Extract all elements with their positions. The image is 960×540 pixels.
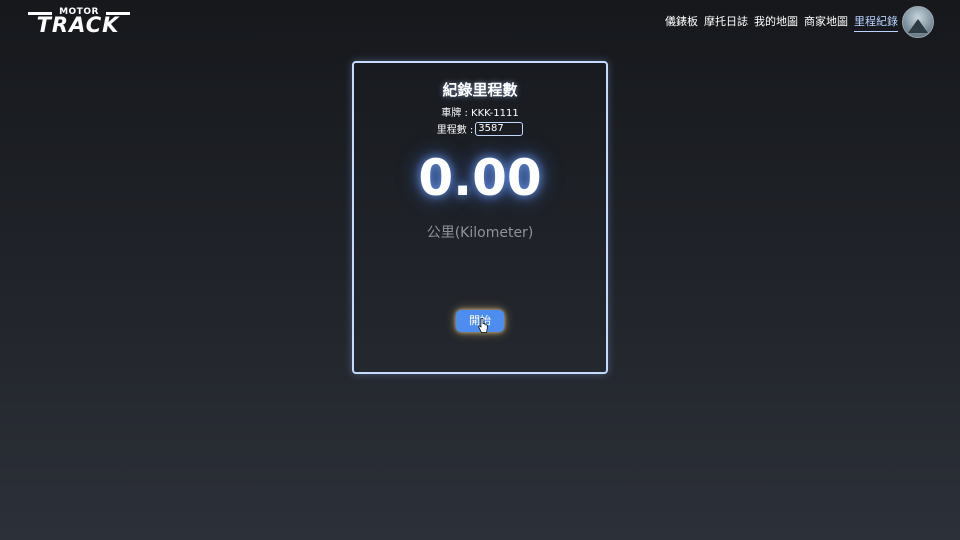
main-nav: 儀錶板 摩托日誌 我的地圖 商家地圖 里程紀錄 xyxy=(665,13,898,32)
distance-unit: 公里(Kilometer) xyxy=(426,225,534,241)
nav-item-dashboard[interactable]: 儀錶板 xyxy=(665,13,698,32)
avatar-mountain-shape xyxy=(908,19,928,33)
nav-item-moto-log[interactable]: 摩托日誌 xyxy=(704,13,748,32)
hand-cursor-icon xyxy=(478,318,488,333)
logo[interactable]: MOTOR TRACK xyxy=(26,7,130,37)
user-avatar-icon[interactable] xyxy=(902,6,934,38)
mileage-row: 里程數 : xyxy=(354,121,606,136)
card-title: 紀錄里程數 xyxy=(442,81,518,99)
nav-item-mileage-record[interactable]: 里程紀錄 xyxy=(854,13,898,32)
license-plate: 車牌 : KKK-1111 xyxy=(441,108,519,119)
mileage-label: 里程數 : xyxy=(436,125,474,136)
logo-main-text: TRACK xyxy=(36,13,120,37)
distance-readout: 0.00 xyxy=(418,149,542,207)
nav-item-my-map[interactable]: 我的地圖 xyxy=(754,13,798,32)
nav-item-shop-map[interactable]: 商家地圖 xyxy=(804,13,848,32)
mileage-input[interactable] xyxy=(475,121,524,136)
